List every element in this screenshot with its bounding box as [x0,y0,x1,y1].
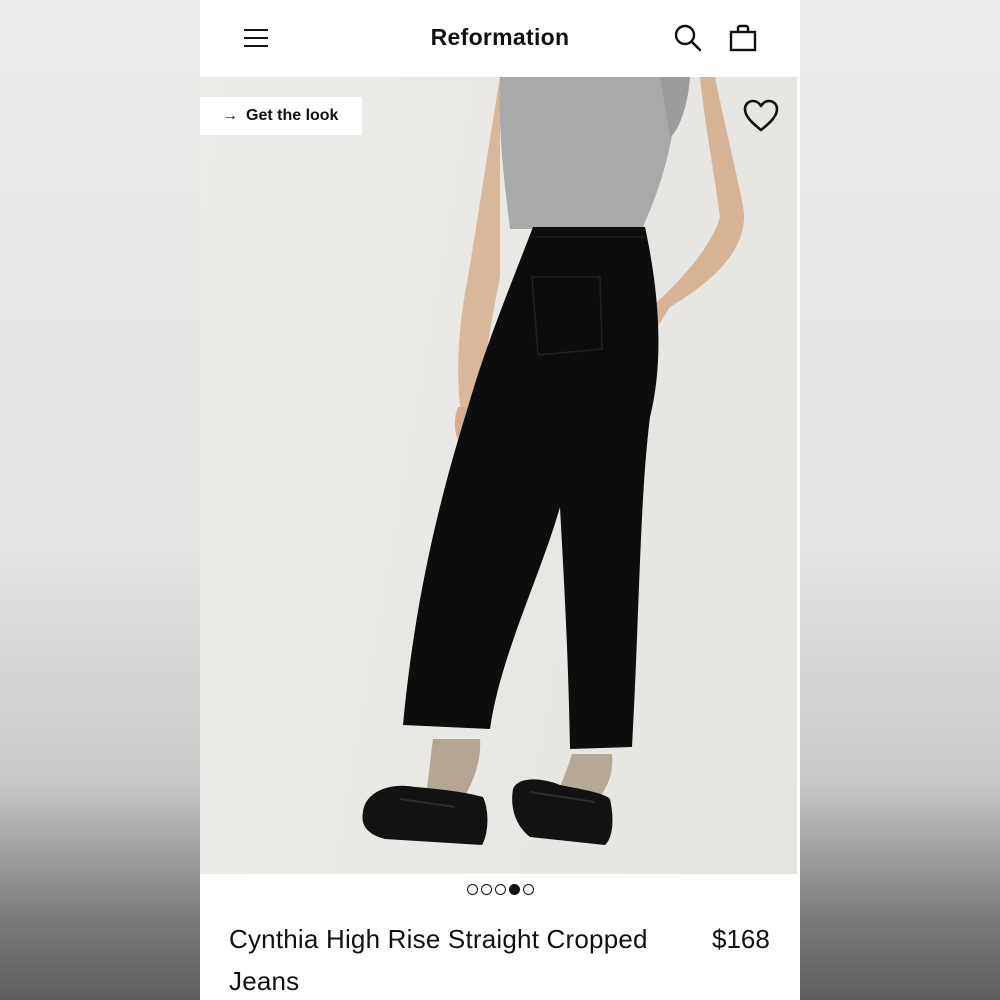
product-title: Cynthia High Rise Straight Cropped Jeans [229,924,648,996]
product-photo [362,77,745,845]
carousel-dot-3[interactable] [494,884,506,895]
get-the-look-button[interactable]: → Get the look [200,97,362,135]
carousel-dot-2[interactable] [480,884,492,895]
carousel-dot-5[interactable] [522,884,534,895]
heart-icon[interactable] [743,99,779,133]
top-nav: Reformation [200,0,800,77]
background-blur-right [800,0,1000,1000]
carousel-dots [200,884,800,898]
get-the-look-label: Get the look [246,107,339,124]
carousel-dot-4[interactable] [508,884,520,895]
background-blur-left [0,0,200,1000]
product-image[interactable]: → Get the look [200,77,797,874]
product-page: Reformation → Get the look Cynthia High … [200,0,800,1000]
search-icon[interactable] [672,22,704,54]
arrow-right-icon: → [222,107,238,124]
brand-logo[interactable]: Reformation [200,24,800,51]
bag-icon[interactable] [727,22,759,54]
product-price: $168 [712,924,770,954]
carousel-dot-1[interactable] [466,884,478,895]
